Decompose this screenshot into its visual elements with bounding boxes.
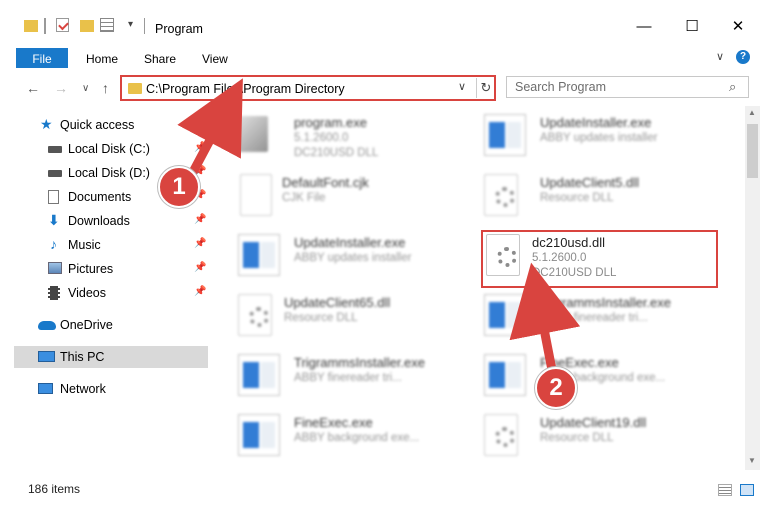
annotation-arrows	[177, 78, 581, 375]
step-2-callout: 2	[535, 367, 577, 409]
arrow-to-dll-file	[509, 262, 581, 375]
step-1-callout: 1	[158, 166, 200, 208]
arrow-to-address-bar	[177, 78, 243, 177]
